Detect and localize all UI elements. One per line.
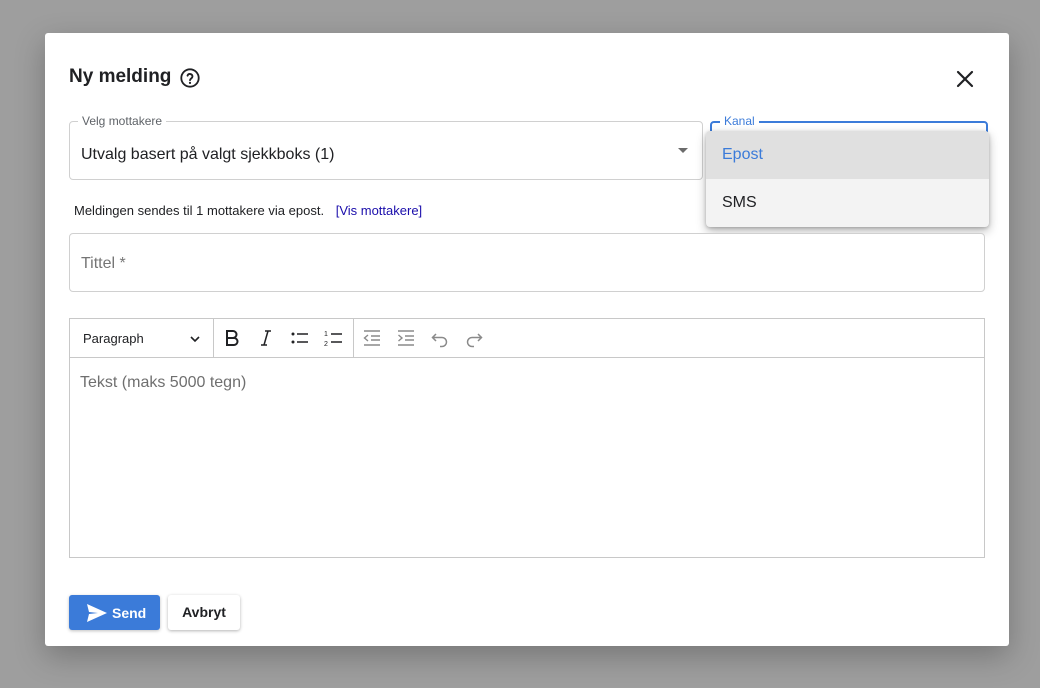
dropdown-arrow-icon (678, 148, 688, 153)
recipients-label: Velg mottakere (78, 114, 167, 128)
channel-label: Kanal (720, 114, 759, 128)
close-icon[interactable] (953, 67, 977, 91)
editor-placeholder: Tekst (maks 5000 tegn) (80, 374, 247, 391)
block-format-select[interactable]: Paragraph (70, 319, 214, 357)
recipient-info: Meldingen sendes til 1 mottakere via epo… (74, 203, 422, 218)
help-circle-icon[interactable] (179, 67, 201, 89)
outdent-icon[interactable] (362, 328, 382, 348)
send-button[interactable]: Send (69, 595, 160, 630)
editor-toolbar: Paragraph 1 2 (70, 319, 984, 358)
show-recipients-link[interactable]: [Vis mottakere] (336, 203, 422, 218)
undo-icon[interactable] (430, 328, 450, 348)
info-suffix: . (320, 203, 325, 218)
channel-dropdown-menu: Epost SMS (706, 131, 989, 227)
new-message-dialog: Ny melding Velg mottakere Utvalg basert … (45, 33, 1009, 646)
redo-icon[interactable] (464, 328, 484, 348)
bullet-list-icon[interactable] (290, 328, 310, 348)
channel-option-sms[interactable]: SMS (706, 179, 989, 227)
indent-icon[interactable] (396, 328, 416, 348)
italic-icon[interactable] (256, 328, 276, 348)
recipients-value: Utvalg basert på valgt sjekkboks (1) (81, 146, 335, 163)
info-prefix: Meldingen sendes til (74, 203, 197, 218)
send-icon (87, 604, 107, 622)
svg-text:1: 1 (324, 331, 328, 338)
info-middle: mottakere via (203, 203, 289, 218)
svg-text:2: 2 (324, 341, 328, 348)
dialog-title: Ny melding (69, 66, 172, 87)
chevron-down-icon (190, 336, 200, 343)
title-placeholder: Tittel * (81, 255, 126, 272)
recipients-select[interactable]: Velg mottakere Utvalg basert på valgt sj… (69, 114, 703, 180)
title-input[interactable]: Tittel * (69, 233, 985, 292)
bold-icon[interactable] (222, 328, 242, 348)
channel-option-epost[interactable]: Epost (706, 131, 989, 179)
rich-text-editor[interactable]: Paragraph 1 2 Tekst (maks 5000 tegn) (69, 318, 985, 558)
numbered-list-icon[interactable]: 1 2 (324, 328, 344, 348)
block-format-label: Paragraph (83, 331, 144, 346)
info-channel: epost (288, 203, 321, 218)
cancel-button[interactable]: Avbryt (168, 595, 240, 630)
send-label: Send (112, 605, 147, 621)
